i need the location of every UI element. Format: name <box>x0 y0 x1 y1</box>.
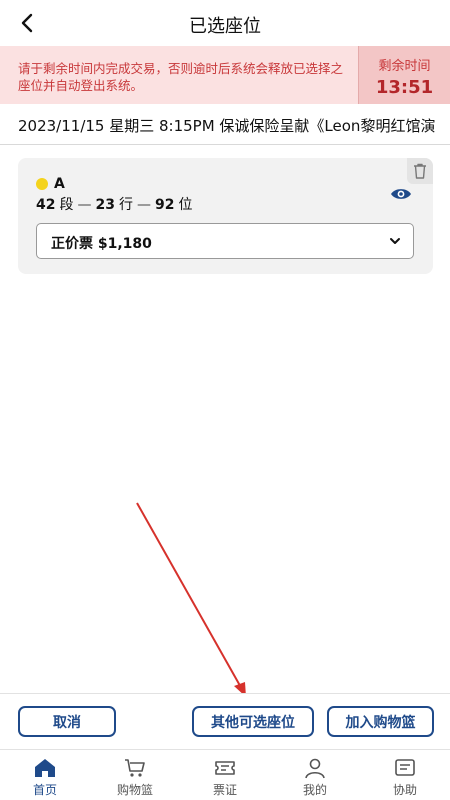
tab-label: 我的 <box>302 783 327 797</box>
ticket-icon <box>215 761 235 775</box>
section-unit: 段 <box>59 197 74 213</box>
help-icon <box>395 759 415 776</box>
home-icon <box>35 759 55 777</box>
view-seat-button[interactable] <box>389 184 413 204</box>
tab-help[interactable]: 协助 <box>360 750 450 800</box>
divider <box>0 144 450 145</box>
other-seats-button[interactable]: 其他可选座位 <box>192 706 314 737</box>
tab-tickets[interactable]: 票证 <box>180 750 270 800</box>
page-title: 已选座位 <box>189 16 261 37</box>
section-number: 42 <box>36 197 56 213</box>
countdown-box: 剩余时间 13:51 <box>358 46 450 104</box>
zone-row: A <box>36 176 65 192</box>
delete-seat-button[interactable] <box>407 158 433 184</box>
eye-icon <box>391 189 411 199</box>
bottom-tab-bar: 首页 购物篮 票证 我的 协助 <box>0 749 450 800</box>
separator: — <box>77 197 92 213</box>
seat-location: 42 段 — 23 行 — 92 位 <box>36 194 192 214</box>
row-unit: 行 <box>118 197 133 213</box>
tab-label: 协助 <box>392 783 417 797</box>
tab-label: 购物篮 <box>116 783 153 797</box>
seat-unit: 位 <box>178 197 193 213</box>
seat-number: 92 <box>154 197 175 213</box>
event-info: 2023/11/15 星期三 8:15PM 保诚保险呈献《Leon黎明红馆演 <box>18 117 436 135</box>
countdown-banner: 请于剩余时间内完成交易，否则逾时后系统会释放已选择之座位并自动登出系统。 剩余时… <box>0 46 450 104</box>
separator: — <box>136 197 151 213</box>
countdown-value: 13:51 <box>375 77 434 98</box>
cancel-button[interactable]: 取消 <box>18 706 116 737</box>
zone-label: A <box>54 176 65 192</box>
tab-cart[interactable]: 购物篮 <box>90 750 180 800</box>
tab-label: 票证 <box>212 783 237 797</box>
add-to-cart-button[interactable]: 加入购物篮 <box>327 706 434 737</box>
user-icon <box>305 758 325 779</box>
selected-seat-card: A 42 段 — 23 行 — 92 位 正价票 $1,180 <box>18 158 433 274</box>
countdown-label: 剩余时间 <box>378 59 431 74</box>
timeout-warning-text: 请于剩余时间内完成交易，否则逾时后系统会释放已选择之座位并自动登出系统。 <box>18 61 344 93</box>
app-header: 已选座位 <box>0 0 450 46</box>
cart-icon <box>125 759 145 777</box>
action-bar: 取消 其他可选座位 加入购物篮 <box>0 693 450 749</box>
zone-color-dot <box>36 178 48 190</box>
trash-icon <box>414 163 426 179</box>
chevron-down-icon <box>390 238 400 244</box>
row-number: 23 <box>95 197 115 213</box>
ticket-price-select[interactable]: 正价票 $1,180 <box>36 223 414 259</box>
price-option-text: 正价票 $1,180 <box>51 236 152 252</box>
tab-account[interactable]: 我的 <box>270 750 360 800</box>
tab-label: 首页 <box>32 783 57 797</box>
tab-home[interactable]: 首页 <box>0 750 90 800</box>
